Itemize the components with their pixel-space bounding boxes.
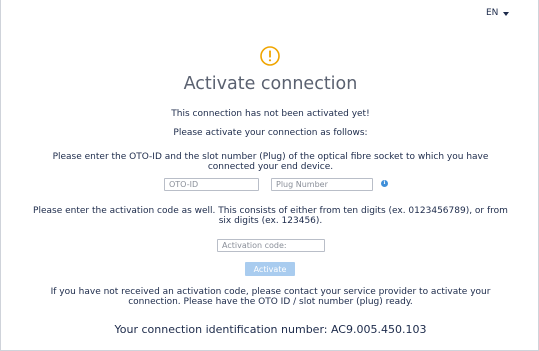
chevron-down-icon xyxy=(503,11,510,16)
activation-code-input[interactable] xyxy=(217,239,325,252)
oto-instruction-line-2: connected your end device. xyxy=(207,162,334,172)
activation-instruction-line-2: six digits (ex. 123456). xyxy=(218,216,323,226)
activate-button[interactable]: Activate xyxy=(245,262,295,276)
info-icon[interactable]: i xyxy=(381,180,388,187)
plug-number-input[interactable] xyxy=(271,178,373,191)
activation-page: EN Activate connection This connection h… xyxy=(0,0,539,351)
oto-id-input[interactable] xyxy=(164,178,259,191)
language-selector[interactable]: EN xyxy=(486,8,510,18)
not-activated-message: This connection has not been activated y… xyxy=(171,109,370,119)
language-label: EN xyxy=(486,8,499,18)
connection-id-label: Your connection identification number: A… xyxy=(114,323,427,336)
instruction-text: Please activate your connection as follo… xyxy=(173,128,368,138)
warning-circle-icon xyxy=(260,46,280,66)
no-code-line-2: connection. Please have the OTO ID / slo… xyxy=(128,297,413,307)
page-title: Activate connection xyxy=(183,74,358,94)
